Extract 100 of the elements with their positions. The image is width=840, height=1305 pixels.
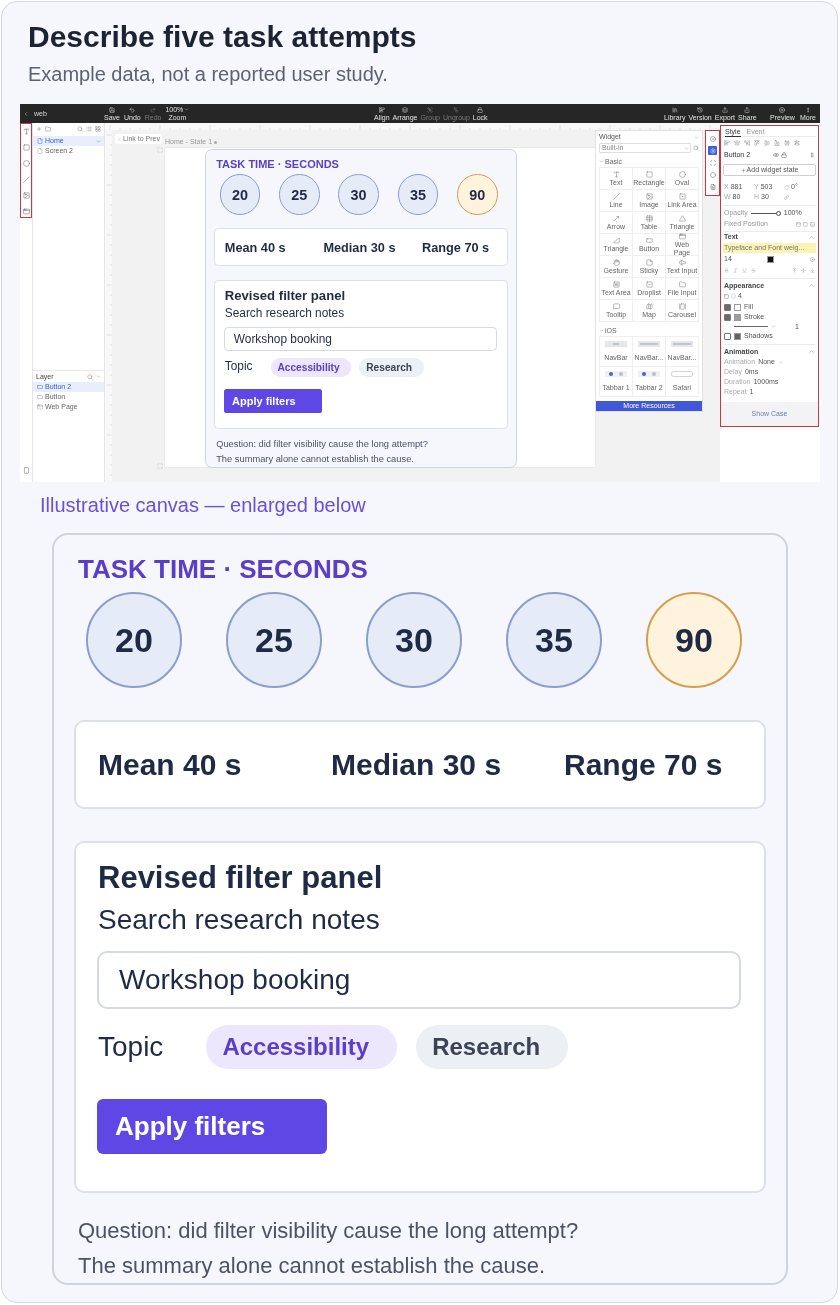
align-top-icon[interactable] (792, 267, 797, 273)
line-icon[interactable] (22, 176, 30, 183)
circle-icon (709, 171, 716, 178)
lock-icon[interactable] (780, 152, 787, 158)
circle-icon (678, 170, 686, 178)
panel-bottom-icon[interactable] (810, 221, 815, 227)
note-text: Question: did filter visibility cause the long attempt? (78, 1217, 579, 1245)
strikethrough-icon[interactable] (751, 267, 756, 273)
stat-text: Median 30 s (331, 746, 502, 783)
checkbox[interactable] (724, 303, 731, 311)
folder-icon[interactable] (45, 125, 51, 132)
topic-chip[interactable]: Accessibility (270, 357, 352, 377)
chevron-left-icon (117, 136, 122, 142)
corner-brackets-icon[interactable] (157, 463, 163, 469)
list-icon[interactable] (86, 125, 92, 132)
time-bubble: 30 (338, 174, 379, 215)
topic-label: Topic (98, 1031, 164, 1063)
distribute-vertical-icon[interactable] (794, 140, 800, 146)
page-subtitle: Example data, not a reported user study. (28, 62, 388, 86)
panel-title: Revised filter panel (224, 287, 346, 304)
stroke-line-icon[interactable] (734, 326, 768, 327)
grid-icon[interactable] (95, 125, 101, 132)
search-icon[interactable] (87, 373, 93, 380)
phone-icon[interactable] (22, 467, 30, 474)
topic-chip[interactable]: Accessibility (206, 1025, 398, 1069)
panel-toggle-button[interactable] (708, 146, 717, 155)
color-swatch-icon[interactable] (734, 332, 741, 340)
panel-toggle-button[interactable] (708, 182, 717, 191)
time-bubble: 20 (86, 592, 182, 688)
page-title: Describe five task attempts (28, 20, 417, 54)
panel-toggle-button[interactable] (708, 158, 717, 167)
underline-icon[interactable] (742, 267, 747, 273)
color-swatch-icon[interactable] (734, 313, 741, 321)
target-icon (709, 135, 716, 142)
align-bottom-icon[interactable] (810, 267, 815, 273)
checkbox[interactable] (724, 332, 731, 340)
circle-icon[interactable] (22, 160, 30, 167)
align-top-icon[interactable] (754, 140, 760, 146)
apply-filters-button[interactable]: Apply filters (224, 389, 322, 413)
stat-text: Median 30 s (323, 239, 396, 255)
time-bubble: 90 (456, 174, 498, 215)
tab-bar-icon (638, 371, 660, 378)
chevron-left-icon[interactable] (23, 110, 29, 117)
caret-icon[interactable] (771, 324, 776, 329)
align-middle-icon[interactable] (801, 267, 806, 273)
panel-top-icon[interactable] (796, 221, 801, 227)
page-icon (37, 148, 43, 154)
navbar-icon (671, 341, 693, 348)
slider-thumb[interactable] (775, 210, 781, 216)
apply-filters-button[interactable]: Apply filters (97, 1099, 328, 1154)
align-right-icon[interactable] (744, 140, 750, 146)
topic-chip[interactable]: Research (359, 357, 424, 377)
align-bottom-icon[interactable] (774, 140, 780, 146)
panel-toggle-button[interactable] (708, 134, 717, 143)
search-label: Search research notes (98, 904, 380, 936)
redo-arrow-icon (150, 106, 157, 113)
rotate-icon (784, 184, 789, 190)
books-icon (671, 106, 678, 113)
grip-icon[interactable] (809, 152, 815, 158)
search-icon[interactable] (77, 125, 83, 132)
plus-icon (740, 167, 746, 173)
align-left-icon[interactable] (724, 140, 730, 146)
note-text: The summary alone cannot establish the cause. (78, 1252, 546, 1280)
map-icon (645, 302, 653, 310)
eye-icon[interactable] (772, 152, 779, 158)
image-icon[interactable] (22, 192, 30, 199)
link-icon[interactable] (784, 194, 789, 200)
align-center-icon[interactable] (734, 140, 740, 146)
layers-icon (402, 106, 409, 113)
hand-icon (612, 258, 620, 266)
circle-dot-icon[interactable] (810, 256, 815, 262)
color-swatch-icon[interactable] (767, 255, 775, 263)
search-icon[interactable] (693, 145, 699, 151)
distribute-horizontal-icon[interactable] (784, 140, 790, 146)
dashed-square-icon[interactable] (731, 293, 736, 299)
type-icon[interactable] (22, 128, 30, 135)
panel-title: Revised filter panel (98, 860, 383, 896)
lock-icon (477, 106, 484, 113)
caret-icon (777, 359, 783, 365)
search-label: Search research notes (224, 306, 345, 321)
panel-toggle-button[interactable] (708, 170, 717, 179)
window-icon[interactable] (22, 208, 30, 215)
topic-chip[interactable]: Research (416, 1025, 569, 1069)
undo-arrow-icon (129, 106, 136, 113)
time-bubble: 25 (226, 592, 322, 688)
bold-icon[interactable] (724, 267, 729, 273)
topic-label: Topic (224, 360, 253, 374)
align-middle-icon[interactable] (764, 140, 770, 146)
time-bubble: 20 (219, 174, 261, 215)
corner-brackets-icon[interactable] (157, 147, 163, 153)
align-bars-icon (378, 106, 385, 113)
opacity-slider-track[interactable] (750, 210, 781, 216)
search-field[interactable]: Workshop booking (224, 326, 497, 352)
italic-icon[interactable] (733, 267, 738, 273)
caret-icon[interactable] (96, 374, 101, 379)
plus-icon[interactable] (36, 125, 42, 132)
color-swatch-icon[interactable] (734, 303, 741, 311)
checkbox[interactable] (724, 313, 731, 321)
search-field[interactable]: Workshop booking (97, 951, 741, 1009)
stat-text: Range 70 s (422, 239, 490, 255)
